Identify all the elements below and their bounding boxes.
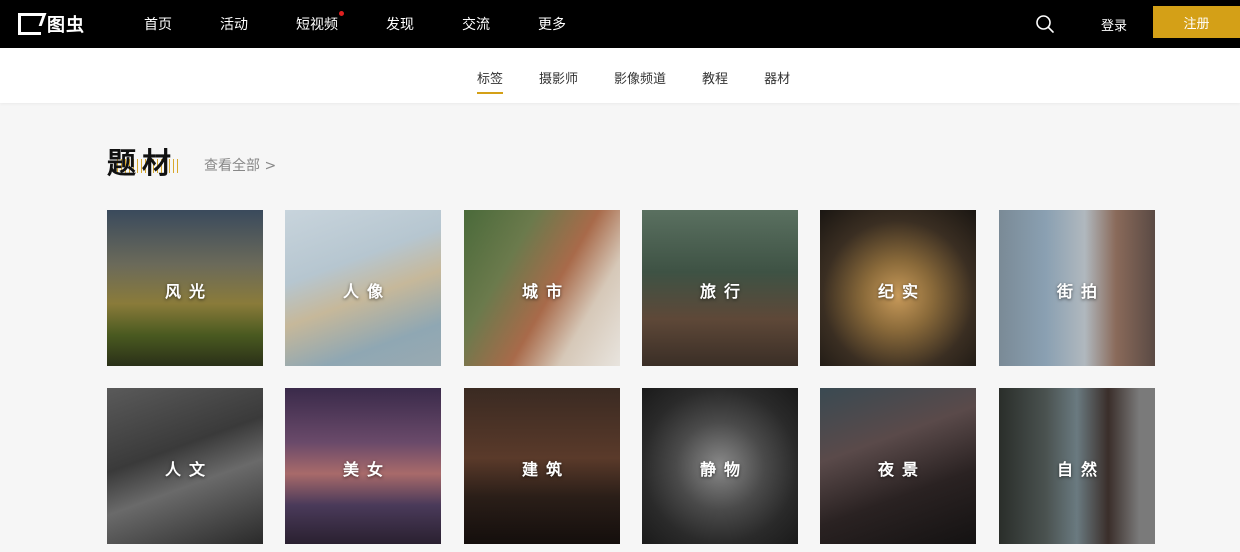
tile-humanities[interactable]: 人文 bbox=[107, 388, 263, 544]
tile-label: 城市 bbox=[521, 282, 570, 301]
tile-label: 自然 bbox=[1056, 460, 1105, 479]
search-icon[interactable] bbox=[1035, 14, 1055, 34]
nav-item-more[interactable]: 更多 bbox=[538, 14, 566, 34]
tile-portrait[interactable]: 人像 bbox=[285, 210, 441, 366]
subnav-tab-tags[interactable]: 标签 bbox=[477, 68, 504, 94]
nav-item-community[interactable]: 交流 bbox=[462, 14, 490, 34]
new-badge-dot bbox=[339, 11, 344, 16]
subnav-tab-gear[interactable]: 器材 bbox=[764, 68, 790, 87]
subnav-tab-tutorials[interactable]: 教程 bbox=[702, 68, 728, 87]
tile-beauty[interactable]: 美女 bbox=[285, 388, 441, 544]
brand-logo[interactable]: 图虫 bbox=[18, 11, 85, 37]
main-nav: 首页 活动 短视频 发现 交流 更多 bbox=[144, 0, 614, 48]
nav-item-home[interactable]: 首页 bbox=[144, 14, 172, 34]
nav-item-short-video[interactable]: 短视频 bbox=[296, 11, 344, 34]
nav-item-events[interactable]: 活动 bbox=[220, 14, 248, 34]
view-all-link[interactable]: 查看全部 > bbox=[204, 155, 276, 175]
tile-label: 旅行 bbox=[699, 282, 748, 301]
register-button[interactable]: 注册 bbox=[1153, 6, 1240, 38]
logo-text: 图虫 bbox=[47, 15, 85, 36]
tile-label: 人像 bbox=[342, 282, 391, 301]
section-title: 题材 bbox=[107, 146, 178, 180]
login-link[interactable]: 登录 bbox=[1101, 15, 1127, 34]
tile-documentary[interactable]: 纪实 bbox=[820, 210, 976, 366]
tile-label: 建筑 bbox=[521, 460, 570, 479]
sub-navbar: 标签 摄影师 影像频道 教程 器材 bbox=[0, 48, 1240, 103]
tile-label: 人文 bbox=[164, 460, 213, 479]
tile-label: 风光 bbox=[164, 282, 213, 301]
subnav-tab-channels[interactable]: 影像频道 bbox=[614, 68, 666, 87]
tile-street[interactable]: 街拍 bbox=[999, 210, 1155, 366]
tile-label: 街拍 bbox=[1056, 282, 1105, 301]
tile-landscape[interactable]: 风光 bbox=[107, 210, 263, 366]
logo-mark-icon bbox=[18, 13, 41, 35]
tile-label: 夜景 bbox=[877, 460, 926, 479]
subnav-tab-photographers[interactable]: 摄影师 bbox=[539, 68, 578, 87]
tile-night-scene[interactable]: 夜景 bbox=[820, 388, 976, 544]
tile-travel[interactable]: 旅行 bbox=[642, 210, 798, 366]
tile-label: 美女 bbox=[342, 460, 391, 479]
tile-nature[interactable]: 自然 bbox=[999, 388, 1155, 544]
tile-city[interactable]: 城市 bbox=[464, 210, 620, 366]
tile-still-life[interactable]: 静物 bbox=[642, 388, 798, 544]
top-navbar: 图虫 首页 活动 短视频 发现 交流 更多 登录 注册 bbox=[0, 0, 1240, 48]
nav-item-discover[interactable]: 发现 bbox=[386, 14, 414, 34]
tile-label: 静物 bbox=[699, 460, 748, 479]
tile-architecture[interactable]: 建筑 bbox=[464, 388, 620, 544]
tile-label: 纪实 bbox=[877, 282, 926, 301]
